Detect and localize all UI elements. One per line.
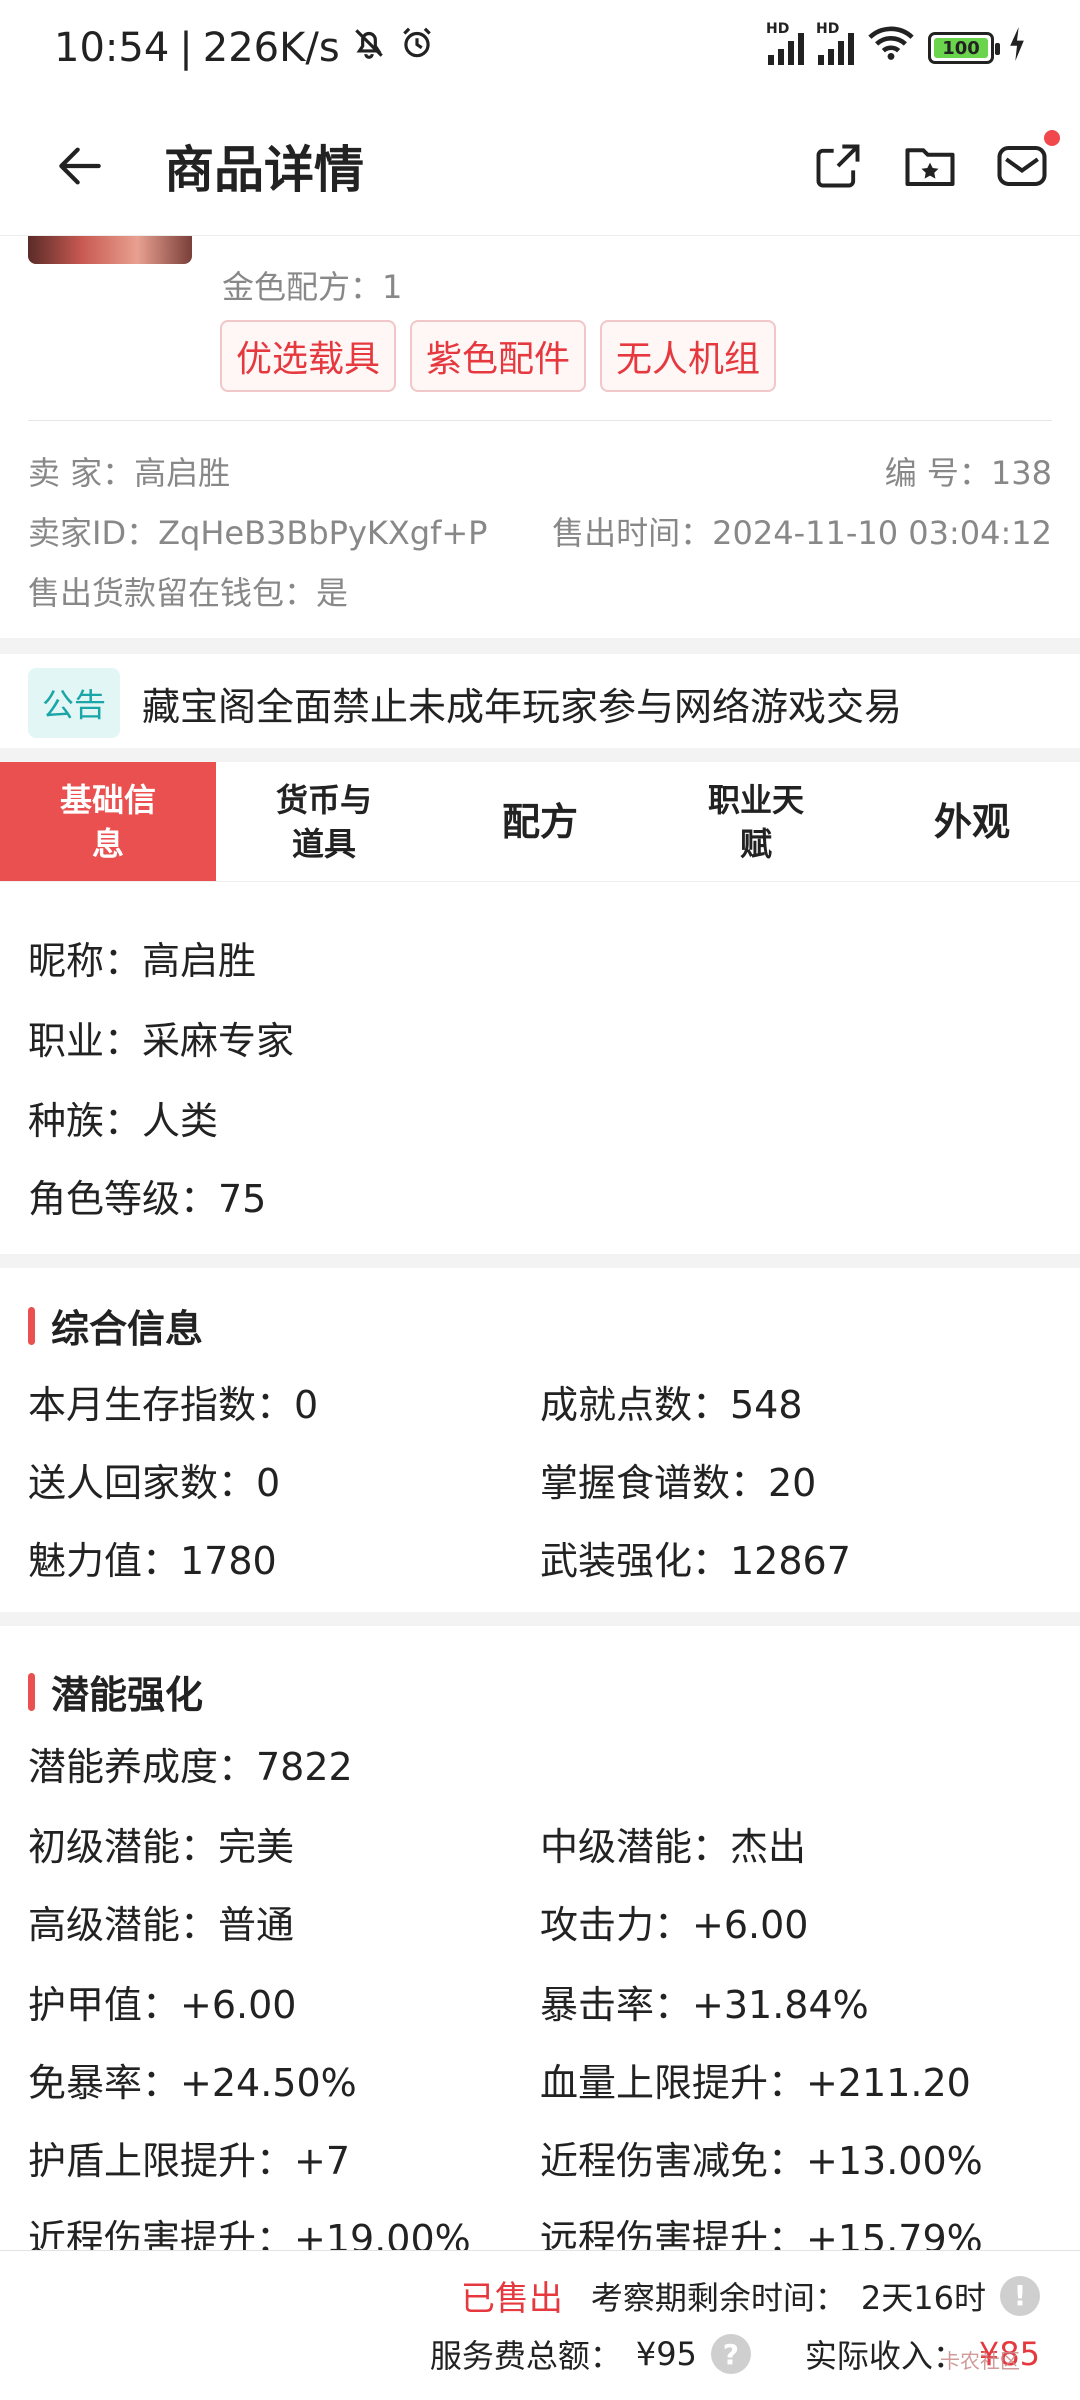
notice-text: 藏宝阁全面禁止未成年玩家参与网络游戏交易 bbox=[142, 684, 903, 729]
header-actions bbox=[808, 129, 1060, 196]
favorite-folder-button[interactable] bbox=[900, 136, 960, 196]
status-time: 10:54 bbox=[54, 25, 170, 71]
share-button[interactable] bbox=[808, 136, 868, 196]
status-speed: 226K/s bbox=[202, 25, 340, 71]
stat-item: 掌握食谱数：20 bbox=[540, 1461, 817, 1505]
section-gap bbox=[0, 1254, 1080, 1268]
mute-bell-icon bbox=[350, 24, 388, 72]
seller-row: 卖 家：高启胜 编 号：138 bbox=[28, 448, 1052, 494]
share-icon bbox=[816, 144, 860, 187]
help-icon[interactable]: ? bbox=[710, 2334, 751, 2374]
seller-name: 卖 家：高启胜 bbox=[28, 454, 231, 492]
tag-item: 无人机组 bbox=[600, 320, 777, 392]
review-label: 考察期剩余时间： bbox=[590, 2278, 847, 2317]
stat-item: 送人回家数：0 bbox=[28, 1461, 281, 1505]
tab-currency-items[interactable]: 货币与 道具 bbox=[216, 762, 432, 881]
wifi-icon bbox=[868, 25, 914, 71]
stat-item: 护盾上限提升：+7 bbox=[28, 2139, 351, 2183]
section-accent bbox=[28, 1672, 35, 1711]
gold-formula-count: 金色配方：1 bbox=[222, 268, 403, 306]
fee-value: ¥95 bbox=[635, 2335, 697, 2373]
app-header: 商品详情 bbox=[0, 96, 1080, 236]
stat-item: 攻击力：+6.00 bbox=[540, 1903, 809, 1947]
info-icon[interactable]: ! bbox=[1000, 2275, 1040, 2316]
battery-level: 100 bbox=[934, 38, 988, 59]
mail-icon bbox=[997, 145, 1047, 186]
status-right: HD HD 100 bbox=[766, 21, 1026, 71]
section-gap bbox=[0, 1612, 1080, 1626]
seller-id: 卖家ID：ZqHeB3BbPyKXgf+P bbox=[28, 514, 488, 552]
sold-time: 售出时间：2024-11-10 03:04:12 bbox=[552, 514, 1052, 552]
folder-star-icon bbox=[905, 147, 955, 186]
nickname: 昵称：高启胜 bbox=[28, 939, 257, 983]
stat-item: 免暴率：+24.50% bbox=[28, 2061, 357, 2105]
stat-item: 血量上限提升：+211.20 bbox=[540, 2061, 971, 2105]
divider bbox=[28, 420, 1052, 421]
stat-item: 中级潜能：杰出 bbox=[540, 1825, 807, 1869]
stat-item: 初级潜能：完美 bbox=[28, 1825, 295, 1869]
stat-item: 暴击率：+31.84% bbox=[540, 1983, 869, 2027]
message-button[interactable] bbox=[992, 129, 1060, 196]
review-row: 已售出 考察期剩余时间： 2天16时 ! bbox=[461, 2271, 1040, 2320]
watermark: 卡农社区 bbox=[940, 2349, 1020, 2373]
section-gap bbox=[0, 638, 1080, 654]
page-title: 商品详情 bbox=[164, 140, 364, 199]
stat-item: 高级潜能：普通 bbox=[28, 1903, 295, 1947]
notice-bar[interactable]: 公告 藏宝阁全面禁止未成年玩家参与网络游戏交易 bbox=[28, 668, 902, 738]
bottom-bar: 已售出 考察期剩余时间： 2天16时 ! 服务费总额： ¥95 ? 实际收入： … bbox=[0, 2250, 1080, 2400]
tab-talent[interactable]: 职业天赋 bbox=[648, 762, 864, 881]
tag-item: 优选载具 bbox=[220, 320, 397, 392]
tab-basic-info[interactable]: 基础信息 bbox=[0, 762, 216, 881]
stat-item: 武装强化：12867 bbox=[540, 1539, 851, 1583]
stat-item: 近程伤害减免：+13.00% bbox=[540, 2139, 983, 2183]
sold-status: 已售出 bbox=[460, 2279, 563, 2319]
potential-cultivation: 潜能养成度：7822 bbox=[28, 1745, 353, 1789]
race: 种族：人类 bbox=[28, 1099, 219, 1143]
wallet-row: 售出货款留在钱包：是 bbox=[28, 568, 1052, 614]
section-gap bbox=[0, 748, 1080, 762]
stat-item: 护甲值：+6.00 bbox=[28, 1983, 297, 2027]
review-time: 2天16时 bbox=[860, 2278, 986, 2317]
status-separator: | bbox=[179, 25, 193, 71]
back-button[interactable] bbox=[40, 126, 120, 206]
tab-appearance[interactable]: 外观 bbox=[864, 762, 1080, 881]
profession: 职业：采麻专家 bbox=[28, 1019, 295, 1063]
wallet-status: 售出货款留在钱包：是 bbox=[28, 574, 349, 612]
status-left: 10:54 | 226K/s bbox=[54, 24, 436, 72]
status-bar: 10:54 | 226K/s HD HD 100 bbox=[0, 0, 1080, 96]
signal-icon: HD bbox=[766, 21, 804, 65]
product-tags: 优选载具 紫色配件 无人机组 bbox=[220, 320, 777, 392]
item-number: 编 号：138 bbox=[884, 454, 1052, 492]
signal-icon-2: HD bbox=[816, 21, 854, 65]
detail-tabs: 基础信息 货币与 道具 配方 职业天赋 外观 bbox=[0, 762, 1080, 882]
section-title-summary: 综合信息 bbox=[28, 1298, 203, 1353]
charging-icon bbox=[1008, 25, 1026, 71]
tag-item: 紫色配件 bbox=[410, 320, 587, 392]
fee-label: 服务费总额： bbox=[429, 2337, 622, 2375]
alarm-icon bbox=[398, 24, 436, 72]
stat-item: 本月生存指数：0 bbox=[28, 1383, 319, 1427]
arrow-left-icon bbox=[59, 147, 101, 184]
product-thumbnail[interactable] bbox=[28, 236, 192, 264]
battery-icon: 100 bbox=[928, 32, 1000, 64]
notification-dot bbox=[1044, 129, 1060, 146]
seller-id-row: 卖家ID：ZqHeB3BbPyKXgf+P 售出时间：2024-11-10 03… bbox=[28, 508, 1052, 554]
stat-item: 魅力值：1780 bbox=[28, 1539, 277, 1583]
section-accent bbox=[28, 1306, 35, 1345]
tab-formula[interactable]: 配方 bbox=[432, 762, 648, 881]
character-level: 角色等级：75 bbox=[28, 1177, 267, 1221]
notice-badge: 公告 bbox=[28, 668, 121, 738]
section-title-potential: 潜能强化 bbox=[28, 1664, 203, 1719]
stat-item: 成就点数：548 bbox=[540, 1383, 803, 1427]
